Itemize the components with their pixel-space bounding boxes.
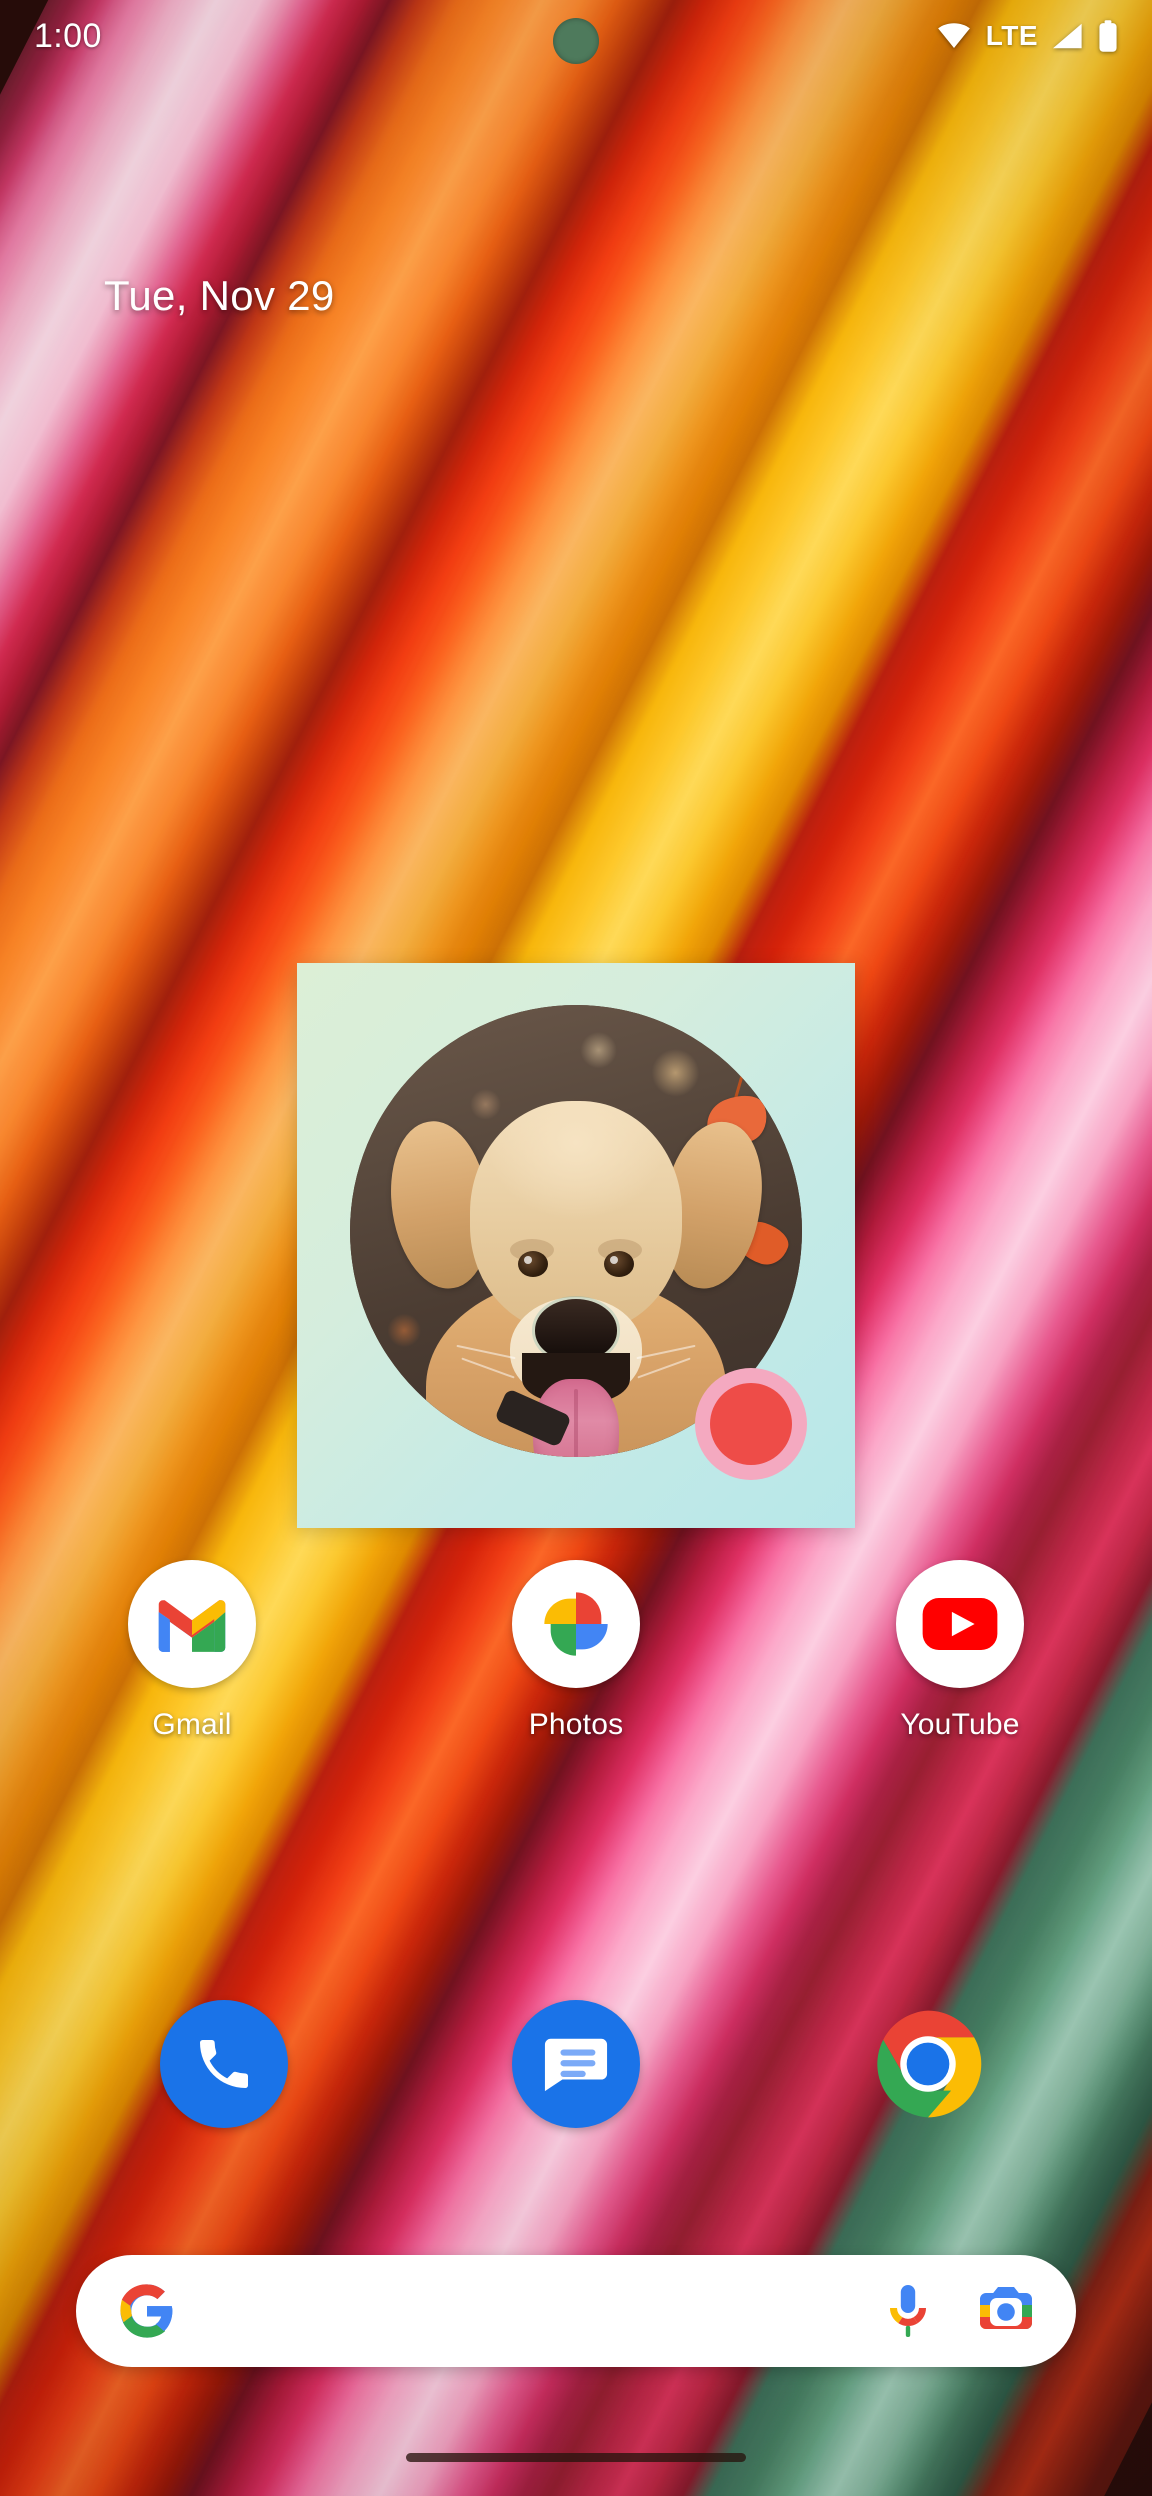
dog-eye-left <box>518 1251 548 1277</box>
signal-icon <box>1053 23 1083 49</box>
app-youtube[interactable]: YouTube <box>768 1560 1152 1742</box>
dog-nose <box>535 1299 617 1361</box>
widget-badge-dot <box>710 1383 792 1465</box>
google-search-bar[interactable] <box>76 2255 1076 2367</box>
network-type-label: LTE <box>985 20 1038 51</box>
dock-app-chrome[interactable] <box>752 2000 1104 2128</box>
front-camera-punch-hole <box>553 18 599 64</box>
home-gesture-bar[interactable] <box>406 2453 746 2462</box>
dog-head <box>456 1101 696 1457</box>
wifi-icon <box>937 23 971 49</box>
home-screen: 1:00 LTE Tue, Nov 29 Gmail Photos YouTub… <box>0 0 1152 2496</box>
chrome-icon[interactable] <box>864 2000 992 2128</box>
google-photos-icon[interactable] <box>512 1560 640 1688</box>
messages-icon[interactable] <box>512 2000 640 2128</box>
app-label: Photos <box>528 1708 624 1741</box>
photo-frame-widget[interactable] <box>297 963 855 1528</box>
widget-badge[interactable] <box>695 1368 807 1480</box>
date-widget[interactable]: Tue, Nov 29 <box>104 272 335 320</box>
microphone-icon[interactable] <box>882 2283 934 2339</box>
dock <box>0 2000 1152 2128</box>
battery-icon <box>1098 20 1118 52</box>
dog-eye-right <box>604 1251 634 1277</box>
dock-app-phone[interactable] <box>48 2000 400 2128</box>
phone-icon[interactable] <box>160 2000 288 2128</box>
google-g-icon <box>118 2282 176 2340</box>
google-lens-icon[interactable] <box>978 2285 1034 2337</box>
app-label: YouTube <box>900 1708 1020 1741</box>
app-gmail[interactable]: Gmail <box>0 1560 384 1742</box>
youtube-icon[interactable] <box>896 1560 1024 1688</box>
dock-app-messages[interactable] <box>400 2000 752 2128</box>
app-grid-row: Gmail Photos YouTube <box>0 1560 1152 1742</box>
app-label: Gmail <box>152 1708 232 1741</box>
status-clock: 1:00 <box>34 16 102 55</box>
app-photos[interactable]: Photos <box>384 1560 768 1742</box>
gmail-icon[interactable] <box>128 1560 256 1688</box>
status-icons: LTE <box>937 20 1118 52</box>
